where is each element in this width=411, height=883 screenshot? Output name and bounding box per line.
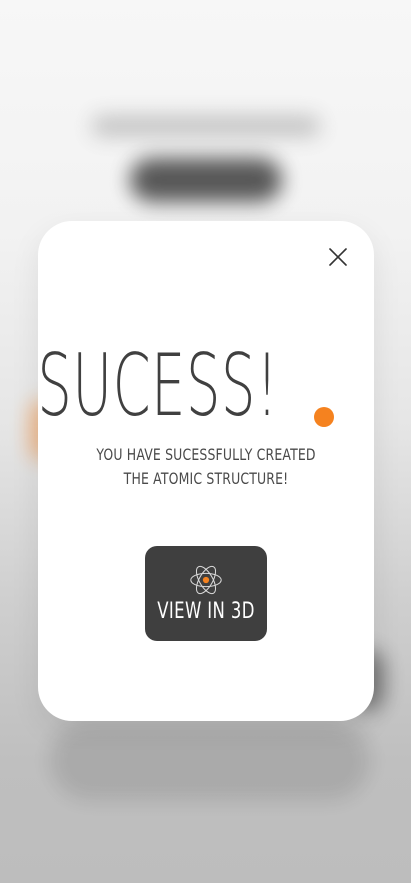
success-title: SUCESS! [37,336,279,436]
atom-icon [190,565,222,594]
success-message-line-2: THE ATOMIC STRUCTURE! [123,469,289,488]
close-button[interactable] [320,239,356,275]
blurred-background-line [92,116,320,136]
app-screen: SUCESS! YOU HAVE SUCESSFULLY CREATED THE… [0,0,411,883]
view-in-3d-label: VIEW IN 3D [157,598,255,624]
success-message: YOU HAVE SUCESSFULLY CREATED THE ATOMIC … [75,443,337,491]
success-modal: SUCESS! YOU HAVE SUCESSFULLY CREATED THE… [37,221,374,721]
blurred-background-pill [130,158,282,202]
close-icon [329,248,347,266]
blurred-background-shadow [50,720,370,800]
title-accent-dot [314,407,334,427]
view-in-3d-button[interactable]: VIEW IN 3D [145,546,267,641]
success-message-line-1: YOU HAVE SUCESSFULLY CREATED [96,445,316,464]
